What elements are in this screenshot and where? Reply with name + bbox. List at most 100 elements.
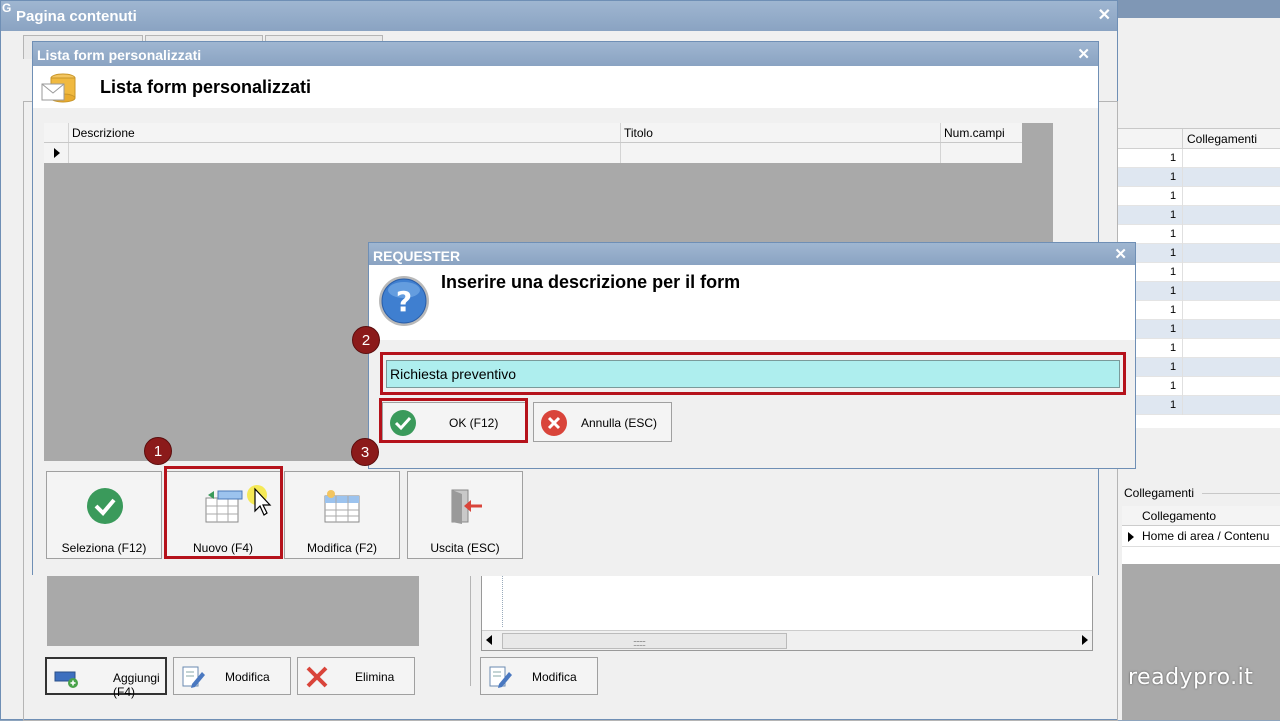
edit-button[interactable]: Modifica — [173, 657, 291, 695]
cell-titolo[interactable] — [620, 143, 940, 163]
background-titlebar — [1118, 0, 1280, 18]
scroll-right-icon[interactable] — [1082, 635, 1088, 645]
background-grid-row[interactable]: 1 — [1118, 263, 1280, 282]
background-grid: Collegamenti 1 1 1 1 1 1 1 1 1 1 1 1 1 1 — [1118, 128, 1280, 428]
background-grid-row[interactable]: 1 — [1118, 282, 1280, 301]
pagina-divider — [470, 566, 471, 686]
background-grid-value: 1 — [1170, 380, 1177, 392]
scroll-left-icon[interactable] — [486, 635, 492, 645]
background-grid-row[interactable]: 1 — [1118, 320, 1280, 339]
background-grid-row[interactable]: 1 — [1118, 301, 1280, 320]
links-grid-header-label: Collegamento — [1142, 509, 1217, 523]
background-grid-value: 1 — [1170, 171, 1177, 183]
background-grid-value: 1 — [1170, 266, 1177, 278]
pagina-close-icon[interactable]: ✕ — [1098, 5, 1111, 25]
delete-button-label: Elimina — [355, 670, 395, 684]
background-grid-row[interactable]: 1 — [1118, 225, 1280, 244]
scroll-grip: :::::::: — [633, 638, 646, 648]
exit-button-label: Uscita (ESC) — [430, 541, 500, 555]
background-grid-value: 1 — [1170, 247, 1177, 259]
step-marker-1: 1 — [144, 437, 172, 465]
links-group-label: Collegamenti — [1124, 486, 1195, 500]
check-circle-icon — [87, 488, 123, 524]
background-grid-value: 1 — [1170, 285, 1177, 297]
background-grid-header: Collegamenti — [1118, 129, 1280, 149]
middle-edit-button-label: Modifica — [532, 670, 577, 684]
select-button[interactable]: Seleziona (F12) — [46, 471, 162, 559]
background-grid-row[interactable]: 1 — [1118, 377, 1280, 396]
background-grid-value: 1 — [1170, 304, 1177, 316]
background-grid-value: 1 — [1170, 152, 1177, 164]
links-grid-header: Collegamento — [1122, 506, 1280, 526]
background-grid-row[interactable]: 1 — [1118, 358, 1280, 377]
column-header-descrizione[interactable]: Descrizione — [68, 123, 620, 142]
pagina-middle-list[interactable]: :::::::: — [481, 566, 1093, 651]
lista-close-icon[interactable]: ✕ — [1077, 45, 1090, 63]
background-grid-row[interactable]: 1 — [1118, 206, 1280, 225]
links-grid-row[interactable]: Home di area / Contenu — [1122, 526, 1280, 546]
database-mail-icon — [41, 73, 76, 103]
form-list-header: Descrizione Titolo Num.campi — [44, 123, 1022, 143]
background-grid-value: 1 — [1170, 323, 1177, 335]
edit-pencil-icon — [182, 666, 205, 688]
lista-header: Lista form personalizzati — [33, 66, 1098, 108]
background-grid-row[interactable]: 1 — [1118, 168, 1280, 187]
highlight-ok-button — [379, 398, 528, 443]
column-header-titolo[interactable]: Titolo — [620, 123, 940, 142]
column-header-num-campi[interactable]: Num.campi — [940, 123, 1022, 142]
cell-descrizione[interactable] — [68, 143, 620, 163]
column-label: Num.campi — [944, 126, 1005, 140]
delete-button[interactable]: Elimina — [297, 657, 415, 695]
cancel-button-label: Annulla (ESC) — [581, 416, 658, 430]
background-grid-row[interactable]: 1 — [1118, 187, 1280, 206]
lista-title: Lista form personalizzati — [37, 47, 202, 63]
background-grid-row[interactable]: 1 — [1118, 244, 1280, 263]
watermark: readypro.it — [1128, 665, 1254, 690]
add-item-icon — [54, 671, 78, 688]
row-pointer-icon — [54, 148, 60, 158]
exit-door-icon — [451, 489, 482, 524]
modify-button-label: Modifica (F2) — [306, 541, 377, 555]
step-marker-3: 3 — [351, 438, 379, 466]
lista-titlebar: Lista form personalizzati ✕ — [33, 42, 1098, 66]
links-grid-new-row[interactable] — [1122, 546, 1280, 564]
lista-header-title: Lista form personalizzati — [100, 77, 312, 97]
pagina-titlebar: Pagina contenuti ✕ — [1, 1, 1117, 31]
edit-button-label: Modifica — [225, 670, 270, 684]
background-grid-row[interactable]: 1 — [1118, 396, 1280, 415]
requester-titlebar: REQUESTER ✕ — [369, 243, 1135, 265]
modify-button[interactable]: Modifica (F2) — [284, 471, 400, 559]
mouse-cursor-icon — [247, 485, 272, 516]
background-grid-value: 1 — [1170, 190, 1177, 202]
cell-num-campi[interactable] — [940, 143, 1022, 163]
cancel-x-icon — [541, 410, 567, 436]
step-marker-2: 2 — [352, 326, 380, 354]
delete-x-icon — [306, 666, 328, 688]
question-mark-icon: ? — [379, 276, 429, 326]
table-row[interactable] — [44, 143, 1022, 163]
pagina-left-list[interactable] — [47, 566, 419, 646]
edit-table-icon — [324, 490, 360, 523]
links-group-line — [1202, 493, 1280, 494]
cancel-button[interactable]: Annulla (ESC) — [533, 402, 672, 442]
requester-close-icon[interactable]: ✕ — [1114, 245, 1127, 263]
scroll-thumb[interactable]: :::::::: — [502, 633, 787, 649]
background-grid-header-label: Collegamenti — [1187, 132, 1258, 146]
pagina-corner-letter: G — [2, 1, 12, 15]
background-grid-row[interactable]: 1 — [1118, 149, 1280, 168]
requester-title: REQUESTER — [373, 248, 461, 264]
background-grid-value: 1 — [1170, 399, 1177, 411]
background-grid-value: 1 — [1170, 228, 1177, 240]
horizontal-scrollbar[interactable]: :::::::: — [482, 630, 1092, 650]
add-button[interactable]: Aggiungi (F4) — [45, 657, 167, 699]
edit-pencil-icon — [489, 666, 512, 688]
row-pointer-icon — [1128, 532, 1134, 542]
column-label: Descrizione — [72, 126, 135, 140]
links-grid-row-label: Home di area / Contenu — [1142, 529, 1270, 543]
middle-edit-button[interactable]: Modifica — [480, 657, 598, 695]
background-grid-row[interactable]: 1 — [1118, 339, 1280, 358]
exit-button[interactable]: Uscita (ESC) — [407, 471, 523, 559]
background-grid-value: 1 — [1170, 361, 1177, 373]
requester-prompt: Inserire una descrizione per il form — [441, 272, 741, 292]
background-grid-value: 1 — [1170, 209, 1177, 221]
